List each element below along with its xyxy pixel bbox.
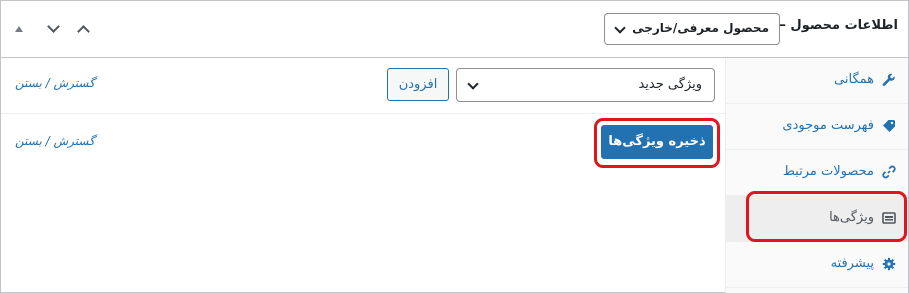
- attribute-select-value: ویژگی جدید: [638, 77, 702, 92]
- tab-general-label: همگانی: [834, 72, 874, 87]
- tab-inventory-label: فهرست موجودی: [782, 118, 874, 133]
- tab-linked-products[interactable]: محصولات مرتبط: [726, 150, 908, 196]
- tab-attributes-label: ویژگی‌ها: [829, 210, 874, 225]
- chevron-down-icon: [47, 20, 60, 33]
- move-up-button[interactable]: [75, 21, 93, 38]
- tab-general[interactable]: همگانی: [726, 58, 908, 104]
- expand-collapse-link-bottom[interactable]: گسترش / بستن: [15, 134, 95, 148]
- gear-icon: [882, 257, 896, 271]
- expand-collapse-link[interactable]: گسترش / بستن: [15, 76, 95, 90]
- chevron-up-icon: [77, 25, 90, 38]
- save-attributes-button[interactable]: ذخیره ویژگی‌ها: [601, 125, 713, 159]
- tag-icon: [883, 120, 895, 132]
- chevron-down-icon: [467, 78, 479, 90]
- link-icon: [882, 165, 896, 179]
- tab-attributes[interactable]: ویژگی‌ها: [726, 196, 908, 242]
- move-down-button[interactable]: [45, 20, 63, 37]
- tab-inventory[interactable]: فهرست موجودی: [726, 104, 908, 150]
- list-view-icon: [882, 212, 896, 224]
- attribute-toolbar: ویژگی جدید افزودن گسترش / بستن: [1, 58, 726, 114]
- panel-header: اطلاعات محصول — محصول معرفی/خارجی: [1, 1, 908, 58]
- tab-advanced[interactable]: پیشرفته: [726, 242, 908, 288]
- attribute-taxonomy-select[interactable]: ویژگی جدید: [456, 68, 715, 102]
- panel-title: اطلاعات محصول —: [772, 18, 898, 33]
- tab-advanced-label: پیشرفته: [830, 256, 874, 271]
- tab-linked-products-label: محصولات مرتبط: [782, 164, 874, 179]
- product-data-panel: اطلاعات محصول — محصول معرفی/خارجی همگانی…: [0, 0, 909, 293]
- product-type-value: محصول معرفی/خارجی: [632, 21, 769, 35]
- chevron-down-icon: [614, 22, 626, 34]
- product-type-select[interactable]: محصول معرفی/خارجی: [604, 13, 780, 45]
- product-data-tabs: همگانی فهرست موجودی محصولات مرتبط و: [725, 58, 908, 293]
- toggle-panel-icon[interactable]: [15, 26, 23, 32]
- wrench-icon: [882, 73, 895, 86]
- add-attribute-button[interactable]: افزودن: [387, 68, 449, 101]
